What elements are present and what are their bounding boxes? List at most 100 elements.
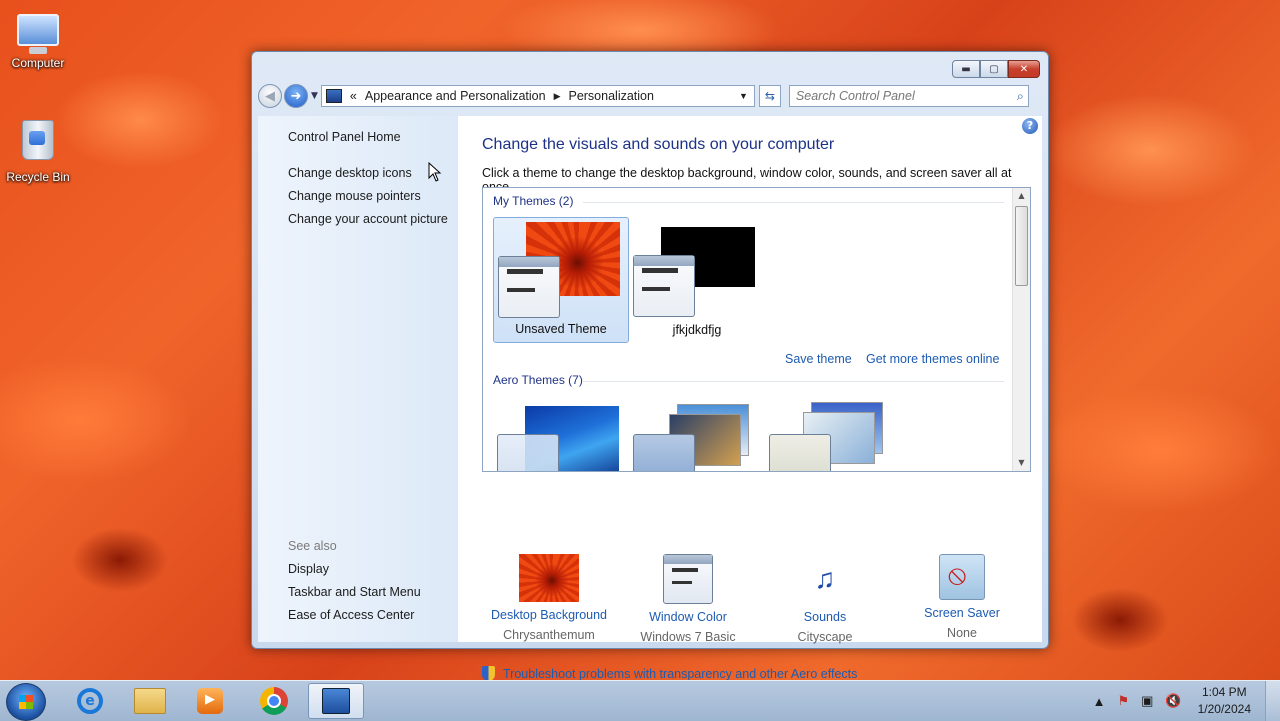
clock-date: 1/20/2024 (1197, 702, 1251, 716)
divider (583, 202, 1004, 203)
window-color-swatch (769, 434, 831, 471)
refresh-button[interactable]: ⇆ (758, 85, 781, 107)
shield-icon (482, 666, 495, 681)
desktop-icon-computer[interactable]: Computer (0, 8, 76, 70)
recent-pages-dropdown[interactable]: ▼ (311, 91, 318, 101)
maximize-button[interactable]: ▢ (980, 60, 1008, 78)
theme-tile-custom[interactable]: jfkjdkdfjg (629, 217, 765, 343)
scroll-down-arrow[interactable]: ▼ (1013, 455, 1030, 471)
themes-list: My Themes (2) Unsaved Theme jfkjdkdfjg S… (482, 187, 1031, 472)
clock[interactable]: 1:04 PM 1/20/2024 (1198, 684, 1251, 718)
sounds-icon: ♫ (814, 563, 836, 594)
system-tray: ▲ ⚑ ▣ 🔇 1:04 PM 1/20/2024 (1087, 681, 1280, 721)
show-desktop-button[interactable] (1265, 681, 1280, 721)
sidebar-item-mouse-pointers[interactable]: Change mouse pointers (288, 189, 421, 203)
clock-time: 1:04 PM (1201, 685, 1247, 699)
navigation-bar: ◀ ➜ ▼ « Appearance and Personalization ▶… (258, 82, 1042, 110)
theme-tile-characters[interactable] (765, 398, 901, 471)
search-input[interactable]: Search Control Panel ⌕ (788, 85, 1029, 107)
taskbar-control-panel[interactable] (308, 683, 364, 719)
taskbar: e ▲ ⚑ ▣ 🔇 1:04 PM 1/20/2024 (0, 680, 1280, 721)
window-color-swatch (497, 434, 559, 471)
chevron-down-icon[interactable]: ▼ (739, 91, 748, 101)
taskbar-media-player[interactable] (182, 683, 238, 719)
sidebar-item-display[interactable]: Display (288, 562, 329, 576)
sounds-value: Cityscape (797, 630, 853, 644)
start-button[interactable] (6, 683, 46, 721)
search-icon[interactable]: ⌕ (1017, 89, 1024, 104)
control-panel-icon (325, 89, 342, 103)
screen-saver-setting[interactable]: Screen Saver None (892, 554, 1032, 640)
control-panel-icon (322, 688, 350, 714)
window-color-swatch (633, 434, 695, 471)
refresh-icon: ⇆ (764, 89, 775, 103)
desktop-background-setting[interactable]: Desktop Background Chrysanthemum (479, 554, 619, 642)
internet-explorer-icon: e (77, 688, 103, 714)
theme-name: Unsaved Theme (515, 322, 607, 336)
window-color-swatch (498, 256, 560, 318)
troubleshoot-link[interactable]: Troubleshoot problems with transparency … (503, 667, 857, 681)
desktop-icon-recycle-bin[interactable]: Recycle Bin (0, 120, 76, 184)
back-button[interactable]: ◀ (258, 84, 282, 108)
themes-scrollbar[interactable]: ▲ ▼ (1012, 188, 1030, 471)
get-more-themes-link[interactable]: Get more themes online (866, 352, 999, 366)
chevron-right-icon[interactable]: ▶ (554, 91, 561, 102)
network-icon[interactable]: ▣ (1141, 693, 1153, 709)
troubleshoot-link-row[interactable]: Troubleshoot problems with transparency … (482, 666, 857, 681)
aero-themes-heading: Aero Themes (7) (493, 373, 583, 387)
sidebar-item-account-picture[interactable]: Change your account picture (288, 212, 448, 226)
desktop-icon-label: Computer (11, 56, 65, 70)
window-color-swatch (633, 255, 695, 317)
search-placeholder: Search Control Panel (795, 89, 915, 103)
mouse-cursor-icon (428, 162, 442, 182)
desktop-background-value: Chrysanthemum (503, 628, 595, 642)
sidebar-item-home[interactable]: Control Panel Home (288, 130, 401, 144)
caption-buttons: ▬ ▢ ✕ (952, 60, 1040, 78)
sidebar-item-desktop-icons[interactable]: Change desktop icons (288, 166, 412, 180)
taskbar-internet-explorer[interactable]: e (62, 683, 118, 719)
minimize-button[interactable]: ▬ (952, 60, 980, 78)
sidebar-item-ease-of-access[interactable]: Ease of Access Center (288, 608, 414, 622)
sidebar: Control Panel Home Change desktop icons … (258, 116, 458, 642)
sounds-label[interactable]: Sounds (755, 610, 895, 624)
window-color-label[interactable]: Window Color (618, 610, 758, 624)
taskbar-chrome[interactable] (246, 683, 302, 719)
show-hidden-icons-icon[interactable]: ▲ (1093, 694, 1106, 709)
personalization-window: ▬ ▢ ✕ ◀ ➜ ▼ « Appearance and Personaliza… (251, 51, 1049, 681)
screen-saver-label[interactable]: Screen Saver (892, 606, 1032, 620)
recycle-bin-icon (22, 120, 54, 160)
desktop-background-label[interactable]: Desktop Background (479, 608, 619, 622)
divider (583, 381, 1004, 382)
screen-saver-icon (939, 554, 985, 600)
volume-muted-icon[interactable]: 🔇 (1165, 693, 1181, 709)
breadcrumb-appearance[interactable]: Appearance and Personalization (365, 89, 546, 103)
screen-saver-value: None (947, 626, 977, 640)
save-theme-link[interactable]: Save theme (785, 352, 852, 366)
scroll-thumb[interactable] (1015, 206, 1028, 286)
folder-icon (134, 688, 166, 714)
forward-button[interactable]: ➜ (284, 84, 308, 108)
help-icon[interactable]: ? (1022, 118, 1038, 134)
window-color-icon (663, 554, 713, 604)
chrome-icon (260, 687, 288, 715)
see-also-heading: See also (288, 539, 337, 553)
page-title: Change the visuals and sounds on your co… (482, 136, 835, 153)
theme-tile-architecture[interactable] (629, 398, 765, 471)
sounds-setting[interactable]: ♫ Sounds Cityscape (755, 554, 895, 644)
close-button[interactable]: ✕ (1008, 60, 1040, 78)
breadcrumb-personalization[interactable]: Personalization (568, 89, 653, 103)
taskbar-file-explorer[interactable] (122, 683, 178, 719)
sidebar-item-taskbar[interactable]: Taskbar and Start Menu (288, 585, 421, 599)
window-color-setting[interactable]: Window Color Windows 7 Basic (618, 554, 758, 644)
breadcrumb-overflow[interactable]: « (350, 89, 357, 103)
desktop-icon-label: Recycle Bin (6, 170, 70, 184)
scroll-up-arrow[interactable]: ▲ (1013, 188, 1030, 204)
media-player-icon (197, 688, 223, 714)
window-color-value: Windows 7 Basic (640, 630, 736, 644)
theme-tile-windows7[interactable] (493, 398, 629, 471)
theme-tile-unsaved[interactable]: Unsaved Theme (493, 217, 629, 343)
action-center-flag-icon[interactable]: ⚑ (1117, 693, 1129, 709)
address-bar[interactable]: « Appearance and Personalization ▶ Perso… (320, 85, 755, 107)
desktop-background-icon (519, 554, 579, 602)
my-themes-heading: My Themes (2) (493, 194, 574, 208)
